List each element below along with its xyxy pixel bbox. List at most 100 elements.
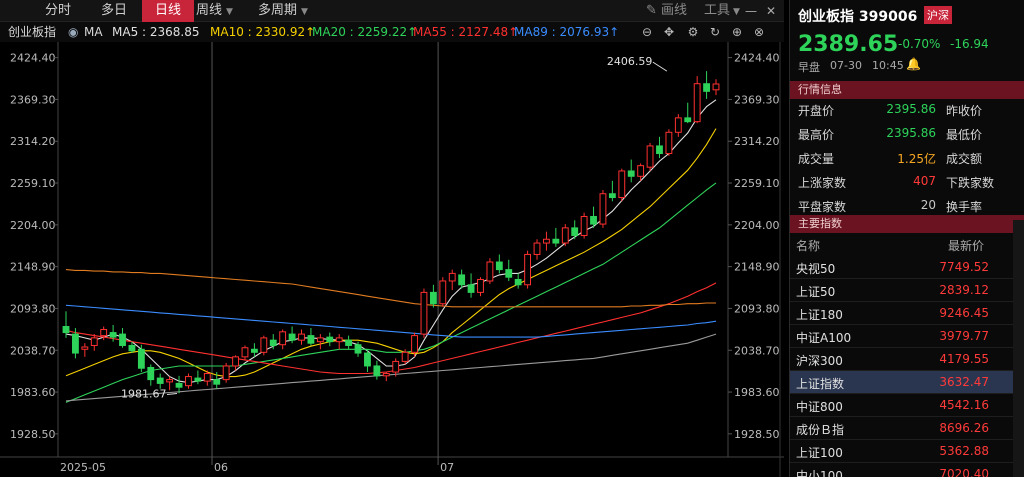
change-amount: -16.94 bbox=[950, 37, 989, 51]
market-info-label: 上涨家数 bbox=[798, 176, 847, 190]
index-row[interactable]: 央视50 7749.52 bbox=[790, 256, 1024, 279]
market-info-value: 1.25亿 bbox=[897, 152, 936, 166]
index-name: 中证A100 bbox=[796, 331, 852, 345]
candle-down bbox=[458, 274, 466, 286]
index-row[interactable]: 上证180 9246.45 bbox=[790, 302, 1024, 325]
candle-up bbox=[439, 280, 447, 305]
market-info-label: 成交额 bbox=[946, 152, 983, 166]
ma89-value: MA89 : 2076.93↑ bbox=[514, 25, 620, 39]
index-price: 4179.55 bbox=[939, 352, 989, 366]
index-price: 9246.45 bbox=[939, 306, 989, 320]
tab-daily[interactable]: 日线 bbox=[142, 0, 194, 22]
candle-down bbox=[213, 379, 221, 385]
candle-down bbox=[627, 170, 635, 177]
tab-multi-period[interactable]: 多周期 ▼ bbox=[258, 0, 326, 22]
candle-up bbox=[222, 365, 230, 381]
candle-up bbox=[618, 170, 626, 199]
index-name: 成份Ｂ指 bbox=[796, 423, 845, 437]
candle-up bbox=[420, 291, 428, 335]
bell-icon[interactable]: 🔔 bbox=[906, 57, 921, 71]
ma-indicator-bar: 创业板指 ◉ MA MA5 : 2368.85 MA10 : 2330.92↑ … bbox=[0, 22, 784, 42]
quote-time: 10:45 bbox=[872, 59, 904, 72]
candle-up bbox=[316, 337, 324, 343]
indices-header: 主要指数 bbox=[790, 215, 1024, 233]
candle-up bbox=[100, 329, 108, 337]
annotation-arrow bbox=[652, 61, 668, 72]
period-tab-bar: 分时 多日 日线 周线 ▼ 多周期 ▼ ✎ 画线 工具 ▼ — ✕ bbox=[0, 0, 784, 22]
index-price: 5362.88 bbox=[939, 444, 989, 458]
index-row[interactable]: 上证100 5362.88 bbox=[790, 440, 1024, 463]
candle-down bbox=[109, 332, 117, 338]
chart-panel: 分时 多日 日线 周线 ▼ 多周期 ▼ ✎ 画线 工具 ▼ — ✕ 创业板指 ◉ MA… bbox=[0, 0, 784, 477]
index-row[interactable]: 上证50 2839.12 bbox=[790, 279, 1024, 302]
y-tick-label-right: 1983.60 bbox=[734, 386, 780, 399]
zoom-in-icon[interactable]: ⊕ bbox=[728, 22, 746, 42]
candle-down bbox=[656, 145, 663, 155]
candle-down bbox=[119, 333, 126, 346]
refresh-icon[interactable]: ↻ bbox=[706, 22, 724, 42]
candle-up bbox=[693, 83, 701, 123]
market-info-label: 最高价 bbox=[798, 128, 835, 142]
candle-down bbox=[62, 326, 70, 334]
candle-down bbox=[571, 227, 579, 236]
move-icon[interactable]: ✥ bbox=[660, 22, 678, 42]
settings-icon[interactable]: ⚙ bbox=[684, 22, 702, 42]
y-tick-label-right: 2369.30 bbox=[734, 93, 780, 106]
candle-up bbox=[646, 145, 654, 168]
candle-down bbox=[288, 333, 296, 341]
index-row[interactable]: 沪深300 4179.55 bbox=[790, 348, 1024, 371]
y-tick-label-left: 2369.30 bbox=[10, 93, 56, 106]
session-label: 早盘 bbox=[798, 61, 820, 74]
candle-down bbox=[72, 333, 79, 354]
candle-up bbox=[241, 347, 249, 358]
candle-down bbox=[269, 339, 277, 346]
candle-up bbox=[90, 337, 98, 346]
annotation-arrow bbox=[166, 393, 178, 396]
zoom-out-icon[interactable]: ⊖ bbox=[638, 22, 656, 42]
y-tick-label-left: 2259.10 bbox=[10, 177, 56, 190]
minimize-icon[interactable]: — bbox=[740, 0, 762, 22]
market-info-value: 407 bbox=[913, 174, 936, 188]
symbol-label: 创业板指 bbox=[8, 25, 57, 39]
y-tick-label-left: 2314.20 bbox=[10, 135, 56, 148]
candle-down bbox=[684, 117, 692, 123]
ma10-value: MA10 : 2330.92↑ bbox=[210, 25, 316, 39]
ma55-value: MA55 : 2127.48↑ bbox=[413, 25, 519, 39]
draw-line-button[interactable]: ✎ 画线 bbox=[646, 0, 687, 22]
candle-down bbox=[552, 238, 560, 244]
index-price: 8696.26 bbox=[939, 421, 989, 435]
index-name: 中小100 bbox=[796, 469, 843, 477]
candlestick-chart[interactable]: 2424.40 2424.40 2369.30 2369.30 2314.20 2314.… bbox=[0, 42, 784, 477]
index-row[interactable]: 中证800 4542.16 bbox=[790, 394, 1024, 417]
tab-multi-day[interactable]: 多日 bbox=[86, 0, 142, 22]
candle-down bbox=[345, 339, 353, 346]
market-info-label: 换手率 bbox=[946, 200, 983, 214]
col-price-header: 最新价 bbox=[948, 239, 985, 253]
ma-settings-icon[interactable]: ◉ bbox=[68, 22, 78, 42]
index-row[interactable]: 中小100 7020.40 bbox=[790, 463, 1024, 477]
candle-down bbox=[608, 193, 616, 199]
ma-label[interactable]: MA bbox=[84, 22, 103, 42]
close-icon[interactable]: ⊗ bbox=[750, 22, 768, 42]
candle-down bbox=[364, 352, 371, 367]
index-row[interactable]: 上证指数 3632.47 bbox=[790, 371, 1024, 394]
close-icon[interactable]: ✕ bbox=[760, 0, 782, 22]
index-name: 上证180 bbox=[796, 308, 843, 322]
chevron-down-icon: ▼ bbox=[301, 7, 308, 17]
index-row[interactable]: 成份Ｂ指 8696.26 bbox=[790, 417, 1024, 440]
candle-up bbox=[524, 253, 532, 286]
tab-weekly[interactable]: 周线 ▼ bbox=[196, 0, 248, 22]
tools-button[interactable]: 工具 ▼ bbox=[704, 0, 740, 22]
chevron-down-icon: ▼ bbox=[733, 7, 740, 17]
index-row[interactable]: 中证A100 3979.77 bbox=[790, 325, 1024, 348]
panel-scrollbar[interactable] bbox=[1013, 220, 1024, 477]
candle-down bbox=[147, 366, 155, 381]
candle-up bbox=[448, 272, 456, 282]
candle-down bbox=[307, 335, 315, 344]
y-tick-label-left: 2093.80 bbox=[10, 302, 56, 315]
market-badge: 沪深 bbox=[924, 6, 952, 24]
tab-multi-period-label: 多周期 bbox=[258, 3, 298, 18]
y-tick-label-right: 2093.80 bbox=[734, 302, 780, 315]
tab-timeshare[interactable]: 分时 bbox=[30, 0, 86, 22]
candle-up bbox=[401, 351, 409, 362]
